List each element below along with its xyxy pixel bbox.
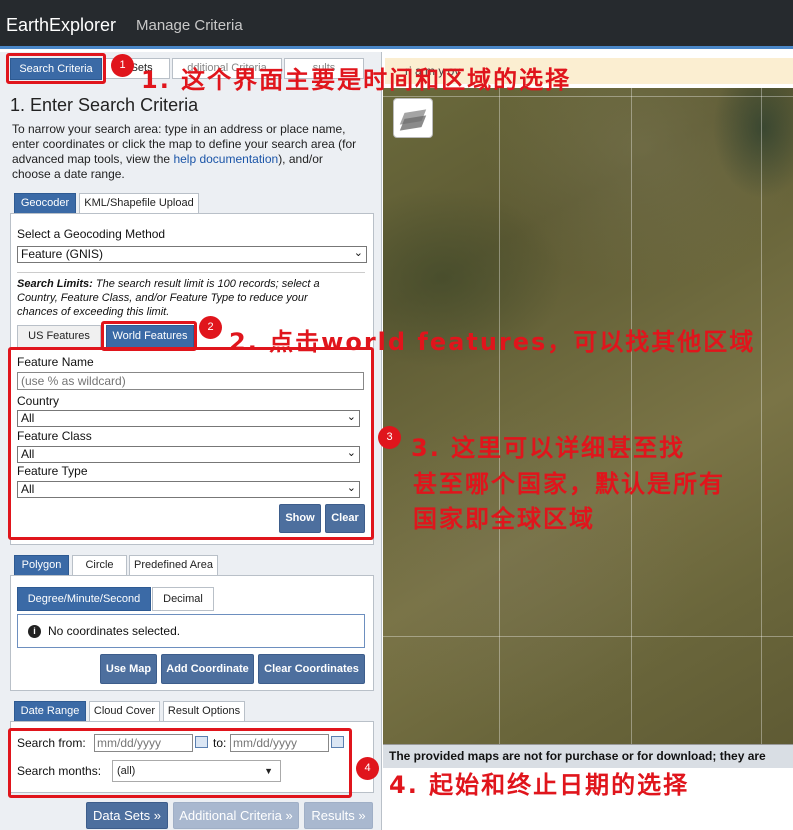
intro-line: choose a date range. xyxy=(12,167,125,181)
app-title[interactable]: EarthExplorer xyxy=(6,15,116,36)
results-button[interactable]: Results » xyxy=(304,802,373,829)
annotation-box-3 xyxy=(8,347,374,540)
annotation-note-1: 1. 这个界面主要是时间和区域的选择 xyxy=(141,66,572,94)
tab-result-options[interactable]: Result Options xyxy=(163,701,245,722)
annotation-note-3: 甚至哪个国家，默认是所有 xyxy=(413,470,725,498)
annotation-badge-2: 2 xyxy=(199,316,222,339)
tab-circle[interactable]: Circle xyxy=(72,555,127,576)
manage-criteria-link[interactable]: Manage Criteria xyxy=(136,17,243,34)
info-circle-icon: i xyxy=(28,625,41,638)
annotation-box-4 xyxy=(8,728,352,798)
limits-line: The search result limit is 100 records; … xyxy=(95,278,320,290)
limits-line: chances of exceeding this limit. xyxy=(17,306,170,318)
tab-decimal[interactable]: Decimal xyxy=(152,587,214,611)
annotation-badge-4: 4 xyxy=(356,757,379,780)
coordinates-status: No coordinates selected. xyxy=(48,624,181,638)
intro-line: ), and/or xyxy=(278,152,323,166)
map-gridline xyxy=(631,88,632,744)
map-forest xyxy=(703,88,793,208)
top-bar xyxy=(0,0,793,49)
search-limits-text: Search Limits: The search result limit i… xyxy=(17,277,367,319)
satellite-map[interactable] xyxy=(383,88,793,744)
chevron-down-icon: ⌄ xyxy=(353,247,363,259)
add-coordinate-button[interactable]: Add Coordinate xyxy=(161,654,254,684)
divider xyxy=(17,272,365,273)
map-gridline xyxy=(761,88,762,744)
tab-kml-shapefile[interactable]: KML/Shapefile Upload xyxy=(79,193,199,214)
use-map-button[interactable]: Use Map xyxy=(100,654,157,684)
geocoding-method-select[interactable]: Feature (GNIS) ⌄ xyxy=(17,246,367,263)
search-limits-heading: Search Limits: xyxy=(17,278,93,290)
tab-predefined-area[interactable]: Predefined Area xyxy=(129,555,218,576)
tab-date-range[interactable]: Date Range xyxy=(14,701,86,722)
help-documentation-link[interactable]: help documentation xyxy=(173,152,278,166)
tab-us-features[interactable]: US Features xyxy=(17,325,101,348)
layers-button[interactable] xyxy=(393,98,433,138)
data-sets-button[interactable]: Data Sets » xyxy=(86,802,168,829)
tab-geocoder[interactable]: Geocoder xyxy=(14,193,76,214)
tab-degree-minute-second[interactable]: Degree/Minute/Second xyxy=(17,587,151,611)
annotation-box-1 xyxy=(6,53,106,84)
map-gridline xyxy=(499,88,500,744)
limits-line: Country, Feature Class, and/or Feature T… xyxy=(17,292,308,304)
tab-polygon[interactable]: Polygon xyxy=(14,555,69,576)
map-gridline xyxy=(383,96,793,97)
intro-text: To narrow your search area: type in an a… xyxy=(12,122,378,182)
annotation-badge-1: 1 xyxy=(111,54,134,77)
annotation-note-3: 国家即全球区域 xyxy=(413,505,595,533)
map-gridline xyxy=(383,636,793,637)
section-title: 1. Enter Search Criteria xyxy=(10,95,199,115)
clear-coordinates-button[interactable]: Clear Coordinates xyxy=(258,654,365,684)
annotation-note-3: 3. 这里可以详细甚至找 xyxy=(411,434,686,462)
intro-line: To narrow your search area: type in an a… xyxy=(12,122,346,136)
intro-line: advanced map tools, view the xyxy=(12,152,171,166)
selected-value: Feature (GNIS) xyxy=(21,247,104,261)
intro-line: enter coordinates or click the map to de… xyxy=(12,137,357,151)
annotation-badge-3: 3 xyxy=(378,426,401,449)
annotation-note-4: 4. 起始和终止日期的选择 xyxy=(389,771,690,799)
geocoding-method-label: Select a Geocoding Method xyxy=(17,227,166,241)
tab-cloud-cover[interactable]: Cloud Cover xyxy=(89,701,160,722)
additional-criteria-button[interactable]: Additional Criteria » xyxy=(173,802,299,829)
